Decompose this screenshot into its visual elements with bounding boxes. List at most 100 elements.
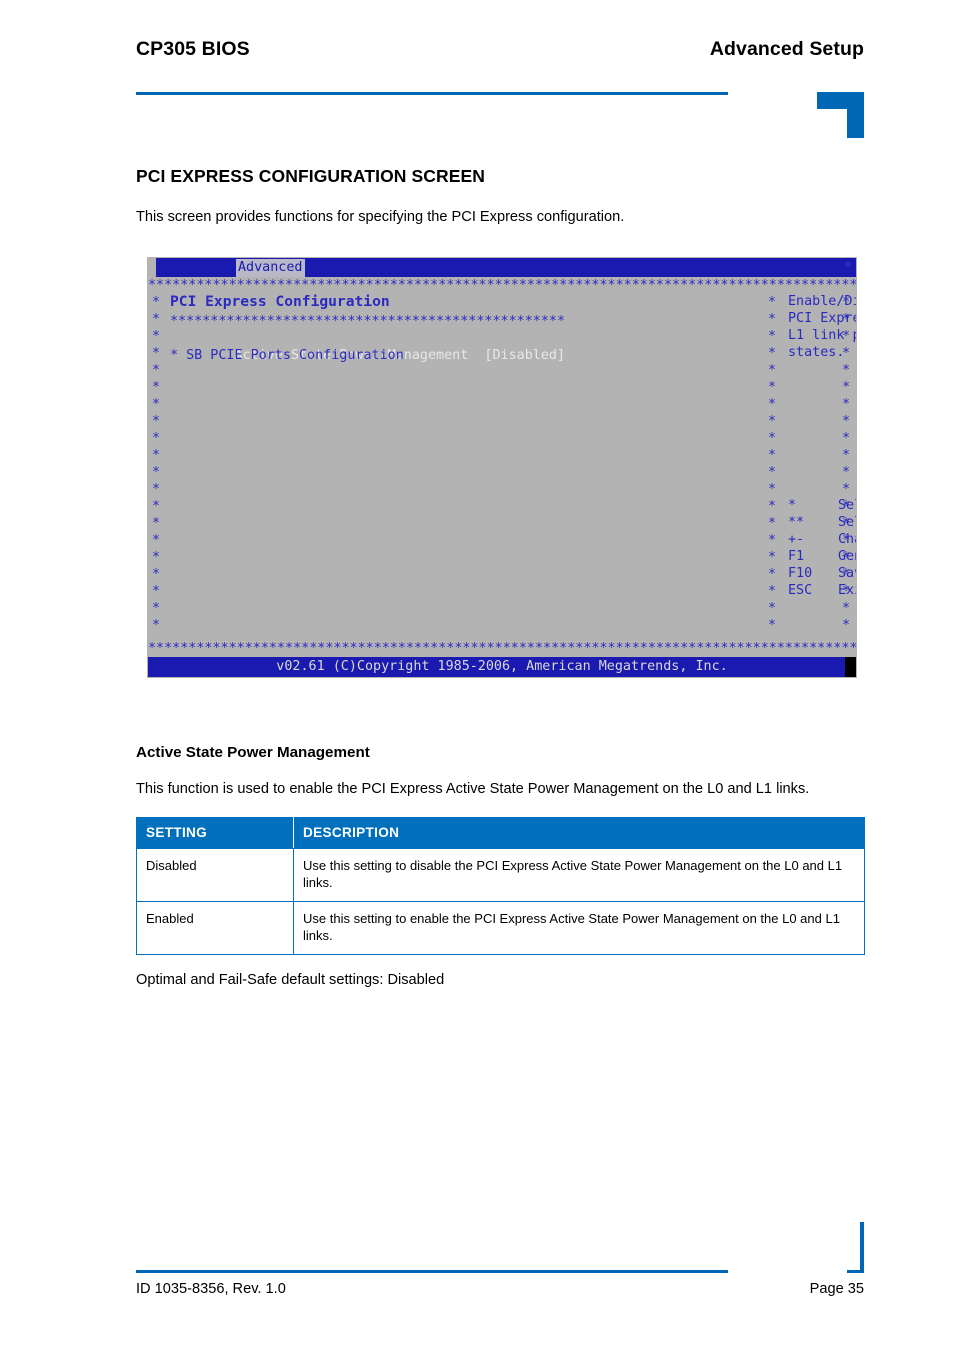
bios-pane-divider-star: * xyxy=(768,414,777,429)
bios-right-border-star: * xyxy=(842,380,851,395)
bios-left-border-star: * xyxy=(152,346,161,361)
bios-pane-divider-star: * xyxy=(768,567,777,582)
default-settings-note: Optimal and Fail-Safe default settings: … xyxy=(136,971,445,988)
bios-pane-divider-star: * xyxy=(768,380,777,395)
bios-key-desc: Change Option xyxy=(838,532,856,547)
bios-left-border-star: * xyxy=(152,550,161,565)
bios-key-desc: Save and Exit xyxy=(838,566,856,581)
bios-left-border-star: * xyxy=(152,533,161,548)
footer-accent-vertical xyxy=(860,1222,864,1273)
table-cell-description: Use this setting to enable the PCI Expre… xyxy=(293,901,865,955)
page-title: PCI EXPRESS CONFIGURATION SCREEN xyxy=(136,165,486,186)
bios-option-value: [Disabled] xyxy=(484,348,566,363)
bios-menubar-right-star: * xyxy=(843,260,852,275)
bios-pane-divider-star: * xyxy=(768,363,777,378)
table-cell-setting: Enabled xyxy=(136,901,294,955)
bios-left-border-star: * xyxy=(152,312,161,327)
bios-key-desc: Exit xyxy=(838,583,856,598)
bios-key-name: ESC xyxy=(788,583,813,598)
bios-key-name: * xyxy=(788,498,797,513)
table-row: Enabled Use this setting to enable the P… xyxy=(136,901,865,955)
bios-right-border-star: * xyxy=(842,618,851,633)
table-row: Disabled Use this setting to disable the… xyxy=(136,848,865,902)
bios-help-line: PCI Express L0s and xyxy=(788,311,856,326)
bios-left-border-star: * xyxy=(152,363,161,378)
bios-left-border-star: * xyxy=(152,601,161,616)
header-left-title: CP305 BIOS xyxy=(136,38,250,60)
bios-submenu-sb-pcie-ports-configuration[interactable]: * SB PCIE Ports Configuration xyxy=(170,347,404,364)
bios-copyright-bar: v02.61 (C)Copyright 1985-2006, American … xyxy=(148,657,856,677)
bios-right-border-star: * xyxy=(842,448,851,463)
bios-right-border-star: * xyxy=(842,482,851,497)
bios-menubar-left-pad xyxy=(148,258,156,277)
bios-help-line: states. xyxy=(788,345,845,360)
header-rule xyxy=(136,92,728,95)
bios-key-desc: Select Item xyxy=(838,515,856,530)
table-header-setting: SETTING xyxy=(136,817,294,849)
bios-left-border-star: * xyxy=(152,567,161,582)
bios-help-line: Enable/Disable xyxy=(788,294,856,309)
bios-pane-divider-star: * xyxy=(768,482,777,497)
header-right-title: Advanced Setup xyxy=(709,38,864,60)
bios-bottom-border: ****************************************… xyxy=(148,641,856,656)
subsection-title: Active State Power Management xyxy=(136,743,370,761)
bios-pane-divider-star: * xyxy=(768,516,777,531)
footer-accent-horizontal xyxy=(847,1270,864,1273)
bios-left-border-star: * xyxy=(152,380,161,395)
bios-right-border-star: * xyxy=(842,397,851,412)
bios-left-border-star: * xyxy=(152,295,161,310)
bios-left-border-star: * xyxy=(152,397,161,412)
bios-key-desc: Select Screen xyxy=(838,498,856,513)
bios-left-border-star: * xyxy=(152,618,161,633)
footer-page-number: Page 35 xyxy=(809,1281,864,1297)
bios-pane-divider-star: * xyxy=(768,465,777,480)
bios-left-border-star: * xyxy=(152,431,161,446)
bios-top-border: ****************************************… xyxy=(148,278,856,293)
bios-menu-bar: Advanced * xyxy=(148,258,856,277)
bios-left-border-star: * xyxy=(152,516,161,531)
bios-screenshot: Advanced * *****************************… xyxy=(147,257,857,678)
bios-pane-divider-star: * xyxy=(768,312,777,327)
bios-right-border-star: * xyxy=(842,431,851,446)
bios-body: * * * * * * * * * * * * * * * * * * * * … xyxy=(148,294,856,640)
intro-paragraph: This screen provides functions for speci… xyxy=(136,208,625,225)
settings-table: SETTING DESCRIPTION Disabled Use this se… xyxy=(136,817,865,955)
bios-pane-divider-star: * xyxy=(768,329,777,344)
bios-pane-divider-star: * xyxy=(768,448,777,463)
bios-pane-divider-star: * xyxy=(768,431,777,446)
bios-left-border-star: * xyxy=(152,482,161,497)
bios-left-border-star: * xyxy=(152,465,161,480)
table-header-row: SETTING DESCRIPTION xyxy=(136,817,865,849)
table-cell-description: Use this setting to disable the PCI Expr… xyxy=(293,848,865,902)
table-header-description: DESCRIPTION xyxy=(293,817,865,849)
bios-key-name: ** xyxy=(788,515,805,530)
bios-key-desc: General Help xyxy=(838,549,856,564)
bios-key-name: F10 xyxy=(788,566,813,581)
bios-pane-divider-star: * xyxy=(768,618,777,633)
bios-pane-divider-star: * xyxy=(768,346,777,361)
bios-panel-heading: PCI Express Configuration xyxy=(170,294,390,310)
bios-right-border-star: * xyxy=(842,414,851,429)
bios-tab-advanced[interactable]: Advanced xyxy=(236,258,305,277)
page-header: CP305 BIOS Advanced Setup xyxy=(0,0,954,150)
bios-pane-divider-star: * xyxy=(768,295,777,310)
footer-rule xyxy=(136,1270,728,1273)
bios-help-line: L1 link power xyxy=(788,328,856,343)
bios-left-border-star: * xyxy=(152,584,161,599)
bios-left-border-star: * xyxy=(152,499,161,514)
footer-document-id: ID 1035-8356, Rev. 1.0 xyxy=(136,1281,286,1297)
bios-pane-divider-star: * xyxy=(768,397,777,412)
bios-panel-separator: ****************************************… xyxy=(170,314,566,329)
header-accent-corner-vertical xyxy=(847,92,864,138)
bios-left-border-star: * xyxy=(152,448,161,463)
bios-pane-divider-star: * xyxy=(768,601,777,616)
bios-key-name: F1 xyxy=(788,549,805,564)
bios-pane-divider-star: * xyxy=(768,550,777,565)
bios-key-name: +- xyxy=(788,532,805,547)
bios-pane-divider-star: * xyxy=(768,584,777,599)
bios-copyright-text: v02.61 (C)Copyright 1985-2006, American … xyxy=(276,659,728,674)
bios-pane-divider-star: * xyxy=(768,533,777,548)
bios-pane-divider-star: * xyxy=(768,499,777,514)
bios-cursor-block xyxy=(845,657,856,677)
subsection-paragraph: This function is used to enable the PCI … xyxy=(136,780,810,797)
